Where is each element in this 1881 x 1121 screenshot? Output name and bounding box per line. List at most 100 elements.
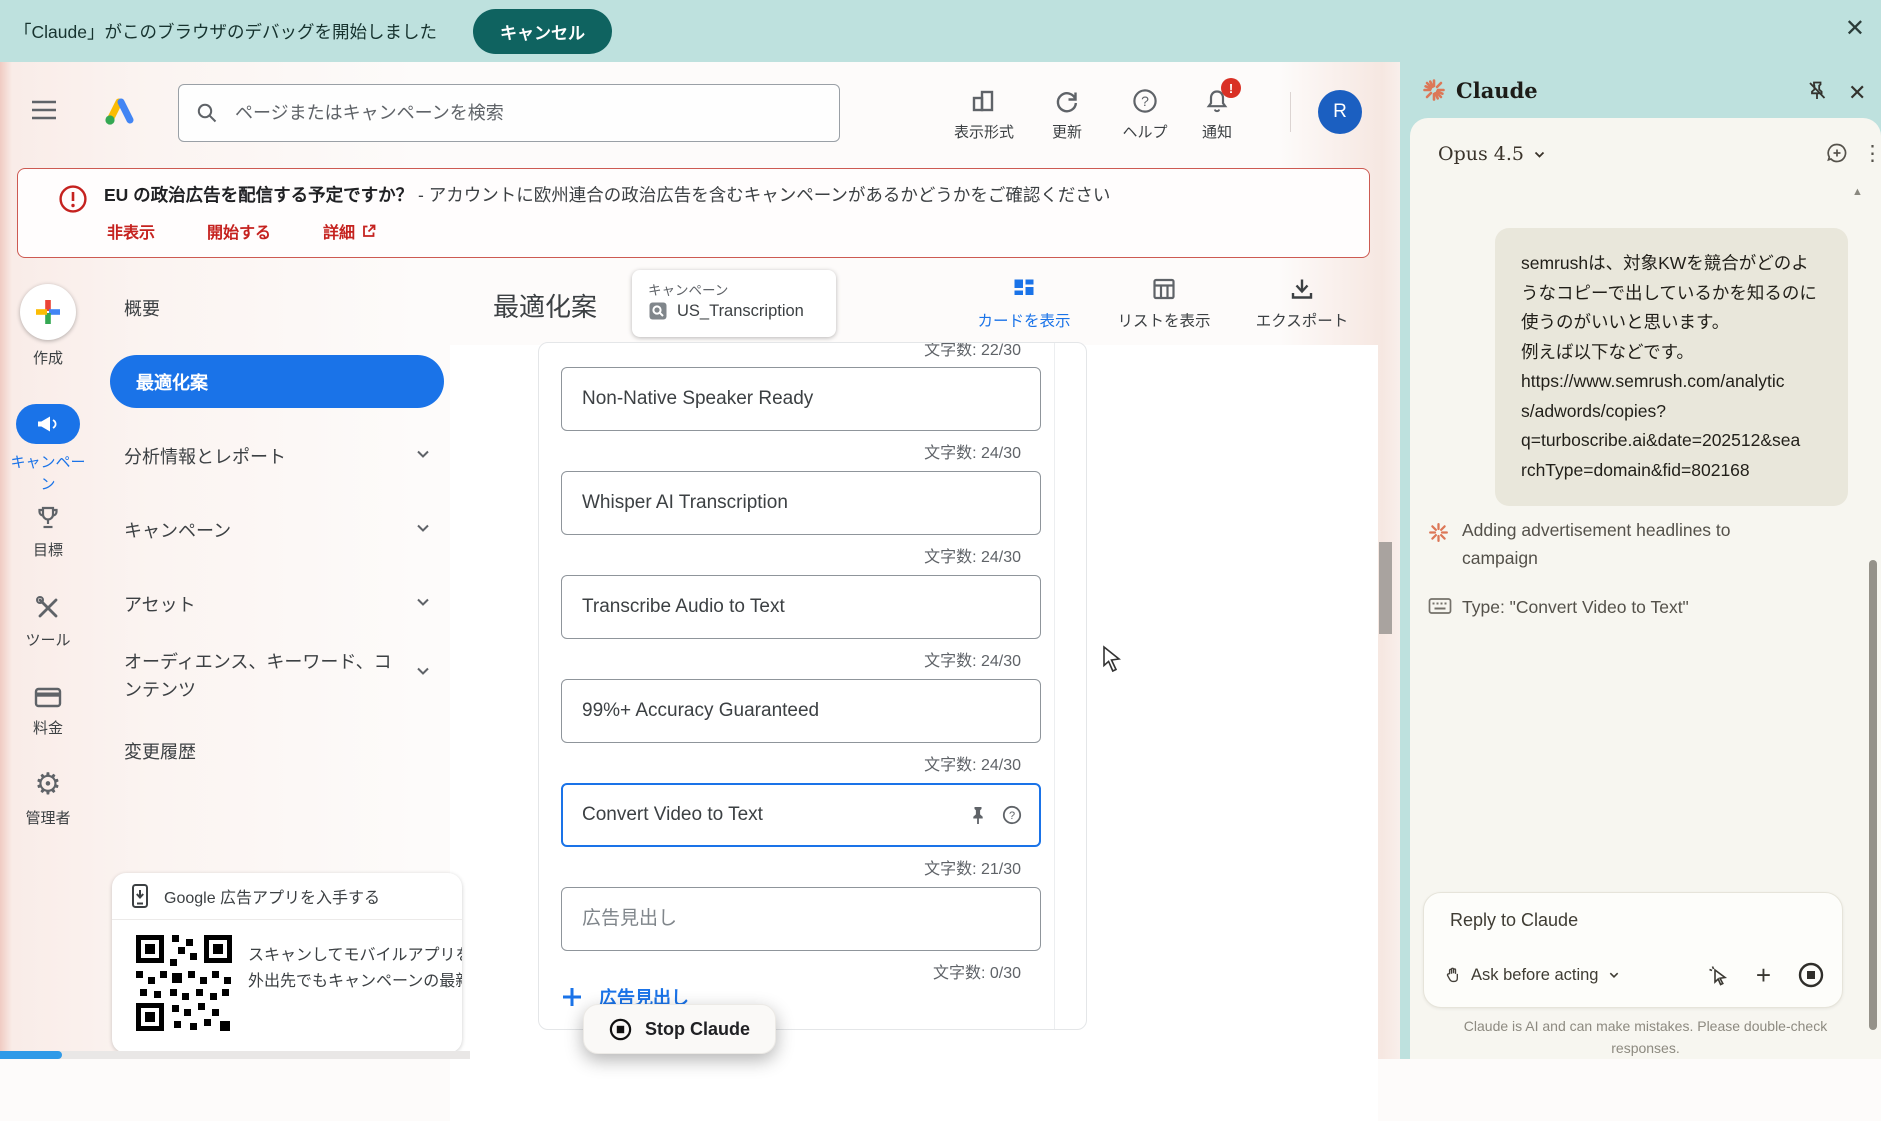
- nav-campaigns[interactable]: キャンペーン: [124, 517, 231, 543]
- page-scrollbar-thumb[interactable]: [1379, 542, 1392, 634]
- svg-text:?: ?: [1141, 93, 1149, 109]
- model-selector[interactable]: Opus 4.5: [1438, 143, 1546, 165]
- search-input[interactable]: [233, 102, 797, 125]
- new-chat-icon[interactable]: [1826, 142, 1848, 164]
- scroll-up-arrow[interactable]: ▲: [1852, 186, 1863, 198]
- nav-audiences[interactable]: オーディエンス、キーワード、コンテンツ: [124, 648, 400, 704]
- char-counter: 文字数: 24/30: [561, 751, 1041, 771]
- search-bar[interactable]: [178, 84, 840, 142]
- create-plus-icon: [20, 284, 76, 340]
- char-counter: 文字数: 24/30: [561, 647, 1041, 667]
- nav-overview[interactable]: 概要: [124, 295, 160, 321]
- banner-details-link[interactable]: 詳細: [323, 219, 377, 243]
- rail-item-goals[interactable]: 目標: [0, 504, 96, 562]
- headline-input-5[interactable]: [580, 803, 959, 827]
- reply-box: Ask before acting +: [1423, 892, 1843, 1008]
- chevron-down-icon[interactable]: [414, 593, 432, 611]
- bottom-progress-strip: [0, 1051, 62, 1059]
- download-icon: [1289, 276, 1315, 302]
- rail-item-create[interactable]: 作成: [0, 284, 96, 370]
- reply-input[interactable]: [1448, 909, 1822, 932]
- attach-plus-icon[interactable]: +: [1756, 963, 1771, 987]
- nav-insights[interactable]: 分析情報とレポート: [124, 443, 286, 469]
- account-avatar[interactable]: R: [1318, 90, 1362, 134]
- chevron-down-icon: [1608, 969, 1620, 981]
- close-icon[interactable]: ✕: [1845, 14, 1865, 43]
- headline-row-6-empty[interactable]: [561, 887, 1041, 951]
- nav-assets[interactable]: アセット: [124, 591, 196, 617]
- claude-scrollbar-thumb[interactable]: [1869, 560, 1877, 1030]
- stop-record-icon: [609, 1018, 632, 1041]
- char-counter: 文字数: 0/30: [561, 959, 1041, 979]
- cards-view-icon: [1011, 276, 1037, 302]
- eu-political-ads-banner: EU の政治広告を配信する予定ですか？ - アカウントに欧州連合の政治広告を含む…: [17, 168, 1370, 258]
- cursor-action-icon[interactable]: [1707, 964, 1729, 986]
- headline-input-2[interactable]: [580, 491, 1022, 515]
- headline-row-1[interactable]: [561, 367, 1041, 431]
- mouse-cursor: [1100, 645, 1126, 673]
- headline-input-1[interactable]: [580, 387, 1022, 411]
- view-cards-toggle[interactable]: カードを表示: [959, 276, 1089, 336]
- chevron-down-icon[interactable]: [414, 445, 432, 463]
- google-ads-logo[interactable]: [100, 94, 138, 128]
- search-icon: [195, 101, 219, 125]
- permission-mode-selector[interactable]: Ask before acting: [1444, 966, 1620, 985]
- campaign-chip[interactable]: キャンペーン US_Transcription: [632, 270, 836, 337]
- headline-row-2[interactable]: [561, 471, 1041, 535]
- help-circle-icon[interactable]: ?: [1002, 805, 1022, 825]
- headline-row-3[interactable]: [561, 575, 1041, 639]
- claude-logo-icon: [1422, 78, 1446, 102]
- char-counter-partial: 文字数: 22/30: [561, 342, 1021, 360]
- pin-icon[interactable]: [969, 805, 987, 825]
- tools-icon: [34, 594, 62, 622]
- close-panel-icon[interactable]: ✕: [1848, 80, 1866, 106]
- refresh-icon: [1054, 86, 1080, 116]
- banner-hide-link[interactable]: 非表示: [107, 219, 155, 243]
- char-counter: 文字数: 21/30: [561, 855, 1041, 875]
- nav-change-history[interactable]: 変更履歴: [124, 738, 196, 764]
- promo-desc-2: 外出先でもキャンペーンの最新: [248, 967, 462, 991]
- unpin-icon[interactable]: [1806, 80, 1828, 102]
- qr-code: [134, 933, 234, 1033]
- stop-generation-icon[interactable]: [1798, 962, 1824, 988]
- gear-icon: ⚙: [35, 770, 62, 800]
- rail-item-campaigns[interactable]: キャンペーン: [0, 404, 96, 496]
- warning-icon: [58, 184, 88, 214]
- search-campaign-icon: [648, 301, 668, 321]
- list-view-icon: [1151, 276, 1177, 302]
- svg-text:?: ?: [1009, 810, 1015, 822]
- claude-disclaimer-2: responses.: [1410, 1040, 1881, 1056]
- stop-claude-button[interactable]: Stop Claude: [583, 1004, 776, 1054]
- promo-title: Google 広告アプリを入手する: [164, 884, 380, 908]
- headline-input-4[interactable]: [580, 699, 1022, 723]
- chevron-down-icon[interactable]: [414, 519, 432, 537]
- chevron-down-icon[interactable]: [414, 662, 432, 680]
- char-counter: 文字数: 24/30: [561, 439, 1041, 459]
- trophy-icon: [34, 504, 62, 532]
- headline-input-6[interactable]: [580, 907, 1022, 931]
- debug-message: 「Claude」がこのブラウザのデバッグを開始しました: [14, 19, 437, 44]
- export-button[interactable]: エクスポート: [1237, 276, 1367, 336]
- hamburger-menu-icon[interactable]: [30, 98, 58, 122]
- google-ads-page: 表示形式 更新 ? ヘルプ ! 通知 R EU の政治広告を配信する予定ですか？…: [0, 62, 1400, 1059]
- header-divider: [1290, 92, 1291, 132]
- notifications-button[interactable]: ! 通知: [1162, 86, 1272, 144]
- banner-start-link[interactable]: 開始する: [207, 219, 271, 243]
- user-message-bubble: semrushは、対象KWを競合がどのよ うなコピーで出しているかを知るのに 使…: [1495, 228, 1848, 506]
- banner-title: EU の政治広告を配信する予定ですか？: [104, 185, 413, 205]
- headline-row-5-focused[interactable]: ?: [561, 783, 1041, 847]
- nav-optimization-active[interactable]: 最適化案: [110, 355, 444, 408]
- rail-item-tools[interactable]: ツール: [0, 594, 96, 652]
- chevron-down-icon: [1533, 148, 1546, 161]
- headline-row-4[interactable]: [561, 679, 1041, 743]
- display-format-icon: [971, 86, 997, 116]
- cancel-debug-button[interactable]: キャンセル: [473, 9, 612, 54]
- plus-icon: [560, 985, 584, 1009]
- rail-item-admin[interactable]: ⚙ 管理者: [0, 770, 96, 830]
- rail-item-billing[interactable]: 料金: [0, 684, 96, 740]
- keyboard-icon: [1428, 596, 1452, 616]
- bell-icon: !: [1205, 86, 1229, 116]
- headline-input-3[interactable]: [580, 595, 1022, 619]
- kebab-menu-icon[interactable]: ⋮: [1862, 141, 1881, 166]
- view-list-toggle[interactable]: リストを表示: [1099, 276, 1229, 336]
